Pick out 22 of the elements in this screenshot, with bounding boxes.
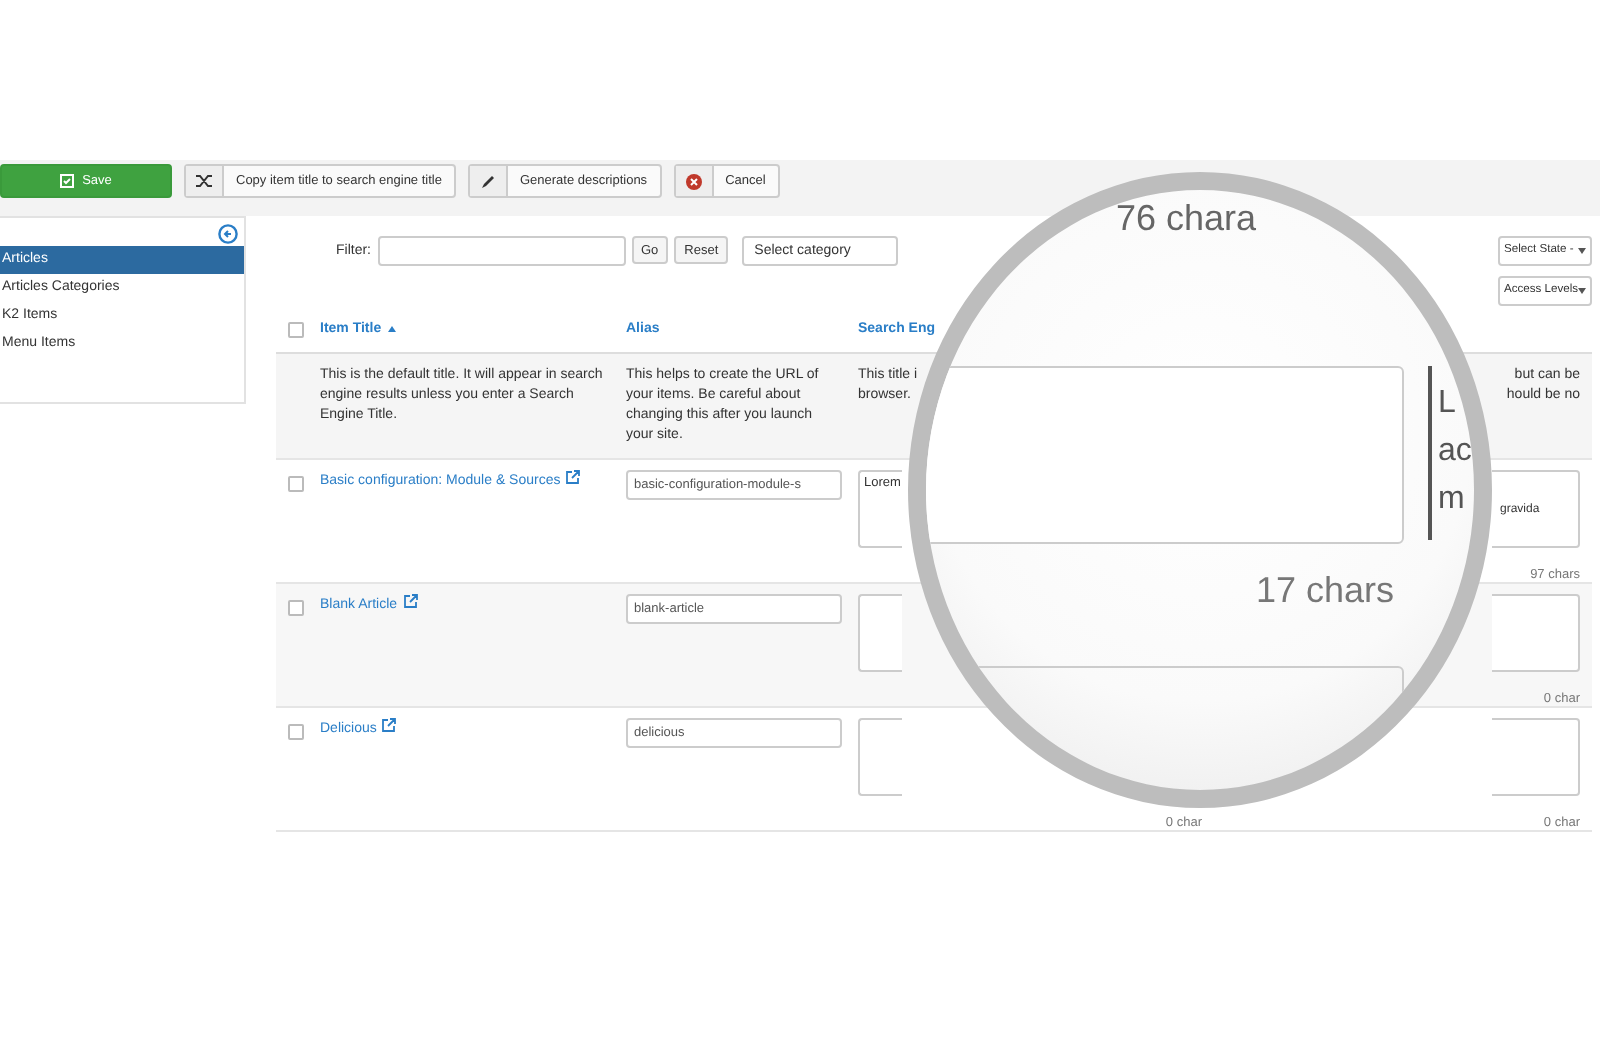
magnified-text: 76 chara — [1116, 198, 1257, 240]
description-field[interactable] — [1492, 718, 1580, 796]
description-field[interactable] — [1492, 594, 1580, 672]
search-title-field[interactable] — [858, 594, 902, 672]
pencil-icon — [479, 173, 496, 189]
row-checkbox[interactable] — [288, 476, 304, 492]
save-icon — [60, 174, 75, 188]
external-link-icon[interactable] — [403, 594, 418, 608]
magnified-text: L — [1438, 384, 1458, 424]
magnified-text: ac — [1438, 432, 1472, 472]
external-link-icon[interactable] — [566, 470, 581, 484]
magnified-text: m — [1438, 480, 1467, 520]
row-checkbox[interactable] — [288, 600, 304, 616]
shuffle-icon — [195, 174, 213, 188]
cancel-icon — [685, 173, 702, 189]
filter-field[interactable] — [377, 236, 625, 266]
magnified-char-count: 17 chars — [1255, 570, 1394, 612]
search-title-field[interactable] — [858, 718, 902, 796]
collapse-icon[interactable] — [218, 224, 238, 244]
row-checkbox[interactable] — [288, 724, 304, 740]
external-link-icon[interactable] — [382, 718, 397, 732]
select-all-checkbox[interactable] — [288, 322, 304, 338]
